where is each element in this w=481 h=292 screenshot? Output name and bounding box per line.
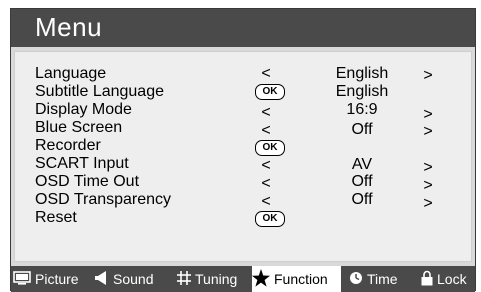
menu-item-value: English: [335, 83, 389, 100]
menu-header: Menu: [11, 9, 475, 47]
menu-item-label: Language: [35, 65, 107, 82]
tab-label: Lock: [437, 271, 467, 287]
menu-item-label: Blue Screen: [35, 119, 123, 136]
tab-label: Function: [274, 271, 328, 287]
menu-item-label: Display Mode: [35, 101, 132, 118]
menu-item-language[interactable]: Language < English >: [35, 64, 465, 84]
menu-window: Menu Language < English > Subtitle Langu…: [10, 8, 476, 292]
menu-item-scart-input[interactable]: SCART Input < AV >: [35, 154, 465, 176]
menu-item-label: Subtitle Language: [35, 83, 164, 100]
speaker-icon: [95, 270, 109, 288]
menu-item-label: Recorder: [35, 137, 101, 154]
category-tab-bar: Picture Sound Tuning Function Time Lock: [11, 266, 475, 292]
menu-item-label: OSD Time Out: [35, 173, 140, 190]
tab-tuning[interactable]: Tuning: [177, 266, 255, 292]
tab-picture[interactable]: Picture: [13, 266, 93, 292]
menu-item-reset[interactable]: Reset OK: [35, 208, 465, 228]
menu-item-subtitle-language[interactable]: Subtitle Language OK English: [35, 82, 465, 102]
menu-item-label: OSD Transparency: [35, 191, 172, 208]
tab-label: Sound: [113, 271, 154, 287]
star-icon: [252, 268, 270, 290]
ok-button[interactable]: OK: [255, 84, 285, 100]
menu-item-label: Reset: [35, 209, 77, 226]
lock-icon: [421, 270, 433, 289]
menu-item-value: Off: [351, 173, 373, 190]
tab-function[interactable]: Function: [252, 266, 341, 292]
tab-label: Tuning: [195, 271, 238, 287]
ok-button[interactable]: OK: [255, 211, 285, 227]
menu-item-value: English: [335, 65, 389, 82]
menu-item-value: 16:9: [346, 101, 378, 118]
monitor-icon: [13, 270, 31, 288]
menu-item-osd-transparency[interactable]: OSD Transparency < Off >: [35, 190, 465, 212]
function-settings-panel: Language < English > Subtitle Language O…: [14, 51, 472, 262]
menu-item-label: SCART Input: [35, 155, 129, 172]
menu-title: Menu: [35, 12, 103, 42]
tab-label: Picture: [35, 271, 79, 287]
menu-item-recorder[interactable]: Recorder OK: [35, 136, 465, 156]
menu-item-display-mode[interactable]: Display Mode < 16:9 >: [35, 100, 465, 123]
clock-icon: [349, 271, 363, 288]
menu-item-osd-time-out[interactable]: OSD Time Out < Off >: [35, 172, 465, 194]
tab-time[interactable]: Time: [349, 266, 413, 292]
tab-lock[interactable]: Lock: [421, 266, 473, 292]
arrow-left-icon[interactable]: <: [259, 64, 273, 84]
tab-label: Time: [367, 271, 398, 287]
menu-item-value: Off: [351, 191, 373, 208]
grid-icon: [177, 270, 191, 288]
menu-item-blue-screen[interactable]: Blue Screen < Off >: [35, 118, 465, 140]
tab-sound[interactable]: Sound: [95, 266, 173, 292]
